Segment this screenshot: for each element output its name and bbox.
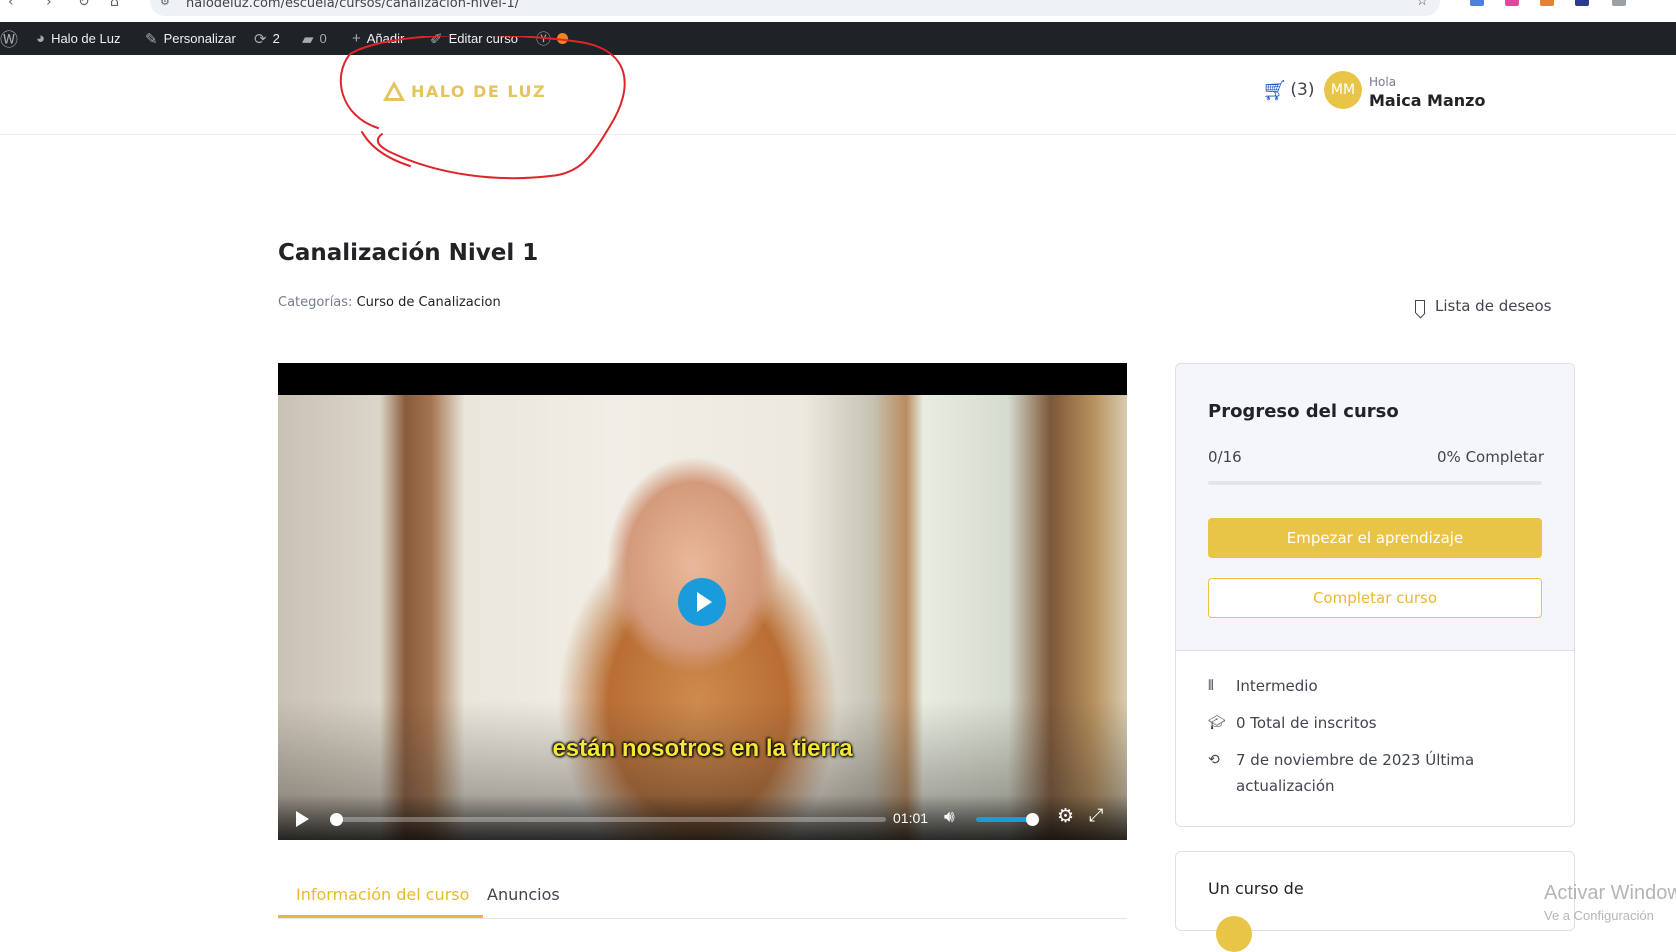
cart-count: (3) [1290,80,1315,100]
brush-icon: ✎ [145,30,158,48]
admin-updates[interactable]: ⟳ 2 [254,22,280,55]
plus-icon: + [352,30,361,47]
admin-add-new[interactable]: + Añadir [352,22,404,55]
play-icon[interactable] [296,811,309,827]
admin-comments-count: 0 [319,31,327,46]
progress-title: Progreso del curso [1208,401,1399,422]
admin-site-name[interactable]: ◕ Halo de Luz [36,22,120,55]
address-bar-url: halodeluz.com/escuela/cursos/canalizacio… [186,0,520,11]
course-author-card: Un curso de [1175,851,1575,952]
wishlist-button[interactable]: Lista de deseos [1415,297,1551,315]
volume-handle[interactable] [1026,813,1039,826]
tab-course-info[interactable]: Información del curso [296,885,469,904]
active-tab-indicator [278,915,483,918]
admin-edit-course[interactable]: ✐ Editar curso [430,22,518,55]
admin-customize-label: Personalizar [163,31,236,46]
seo-status-dot [557,33,569,44]
home-icon[interactable]: ⌂ [110,0,119,10]
comment-icon: ▰ [302,30,314,48]
course-updated-label: 7 de noviembre de 2023 Última actualizac… [1236,747,1474,799]
admin-edit-course-label: Editar curso [448,31,518,46]
fullscreen-icon[interactable]: ⤢ [1089,805,1103,826]
updates-icon: ⟳ [254,30,267,48]
course-categories: Categorías: Curso de Canalizacion [278,295,501,310]
video-player[interactable]: están nosotros en la tierra 01:01 🔊︎ ⚙ ⤢ [278,363,1127,840]
greeting: Hola [1369,75,1397,89]
address-bar[interactable]: ⚙ halodeluz.com/escuela/cursos/canalizac… [150,0,1440,16]
seek-handle[interactable] [329,813,343,826]
author-title: Un curso de [1208,879,1304,898]
windows-activation-watermark: Activar Windows [1544,882,1676,904]
author-avatar[interactable] [1216,916,1252,952]
updated-line-2: actualización [1236,777,1335,795]
graduation-cap-icon: 🎓︎ [1208,715,1226,731]
tab-announcements[interactable]: Anuncios [487,885,560,904]
extension-icon[interactable] [1575,0,1589,6]
avatar[interactable]: MM [1324,71,1362,109]
reload-icon[interactable]: ↻ [78,0,90,10]
dashboard-icon: ◕ [36,30,46,47]
complete-course-button[interactable]: Completar curso [1208,578,1542,618]
level-bars-icon: ⫴ [1208,678,1214,694]
site-logo[interactable]: HALO DE LUZ [383,81,546,101]
cart-icon: 🛒︎ [1262,78,1288,102]
back-icon[interactable]: ‹ [8,0,14,10]
category-link[interactable]: Curso de Canalizacion [357,295,501,310]
extension-icon[interactable] [1505,0,1519,6]
video-controls: 01:01 🔊︎ ⚙ ⤢ [278,795,1127,840]
browser-chrome: ‹ › ↻ ⌂ ⚙ halodeluz.com/escuela/cursos/c… [0,0,1676,22]
start-learning-button[interactable]: Empezar el aprendizaje [1208,518,1542,558]
wishlist-label: Lista de deseos [1435,297,1552,315]
course-level-label: Intermedio [1236,677,1318,695]
forward-icon[interactable]: › [46,0,52,10]
bookmark-icon [1415,299,1425,313]
user-name[interactable]: Maica Manzo [1369,91,1485,110]
lessons-completed: 0/16 [1208,448,1242,466]
refresh-icon: ⟲ [1208,752,1220,768]
course-progress-card: Progreso del curso 0/16 0% Completar Emp… [1175,363,1575,827]
admin-comments[interactable]: ▰ 0 [302,22,327,55]
site-info-icon[interactable]: ⚙ [160,0,170,8]
categories-label: Categorías: [278,295,353,310]
course-level: ⫴ Intermedio [1208,673,1318,699]
page-title: Canalización Nivel 1 [278,240,539,266]
extension-icon[interactable] [1470,0,1484,6]
admin-customize[interactable]: ✎ Personalizar [145,22,236,55]
progress-bar [1208,481,1542,485]
pencil-icon: ✐ [430,30,443,48]
updated-line-1: 7 de noviembre de 2023 Última [1236,751,1475,769]
site-header: HALO DE LUZ 🛒︎ (3) MM Hola Maica Manzo [0,55,1676,135]
big-play-button[interactable] [678,578,726,626]
wordpress-icon: Ⓦ [0,29,18,50]
yoast-icon: Ⓨ [536,31,552,48]
video-subtitle: están nosotros en la tierra [552,735,853,762]
volume-icon[interactable]: 🔊︎ [944,807,955,827]
course-tabs: Información del curso Anuncios [278,873,1127,919]
admin-yoast[interactable]: Ⓨ [536,22,569,55]
logo-text: HALO DE LUZ [411,81,547,101]
settings-gear-icon[interactable]: ⚙ [1057,805,1074,827]
extension-icon[interactable] [1540,0,1554,6]
cart-button[interactable]: 🛒︎ (3) [1262,78,1314,102]
course-enrolled-label: 0 Total de inscritos [1236,714,1377,732]
bookmark-star-icon[interactable]: ☆ [1416,0,1428,9]
time-remaining: 01:01 [893,810,929,826]
triangle-logo-icon [383,81,405,101]
course-enrolled: 🎓︎ 0 Total de inscritos [1208,710,1377,736]
extension-icon[interactable] [1612,0,1626,6]
windows-activation-hint: Ve a Configuración [1544,908,1654,923]
seek-bar[interactable] [330,817,886,822]
course-updated: ⟲ 7 de noviembre de 2023 Última actualiz… [1208,747,1474,799]
wp-admin-bar: Ⓦ ◕ Halo de Luz ✎ Personalizar ⟳ 2 ▰ 0 +… [0,22,1676,55]
progress-section: Progreso del curso 0/16 0% Completar Emp… [1176,364,1574,651]
admin-site-name-label: Halo de Luz [51,31,121,46]
wordpress-logo-button[interactable]: Ⓦ [0,22,18,55]
admin-updates-count: 2 [272,31,280,46]
percent-complete: 0% Completar [1437,448,1544,466]
admin-add-new-label: Añadir [366,31,405,46]
